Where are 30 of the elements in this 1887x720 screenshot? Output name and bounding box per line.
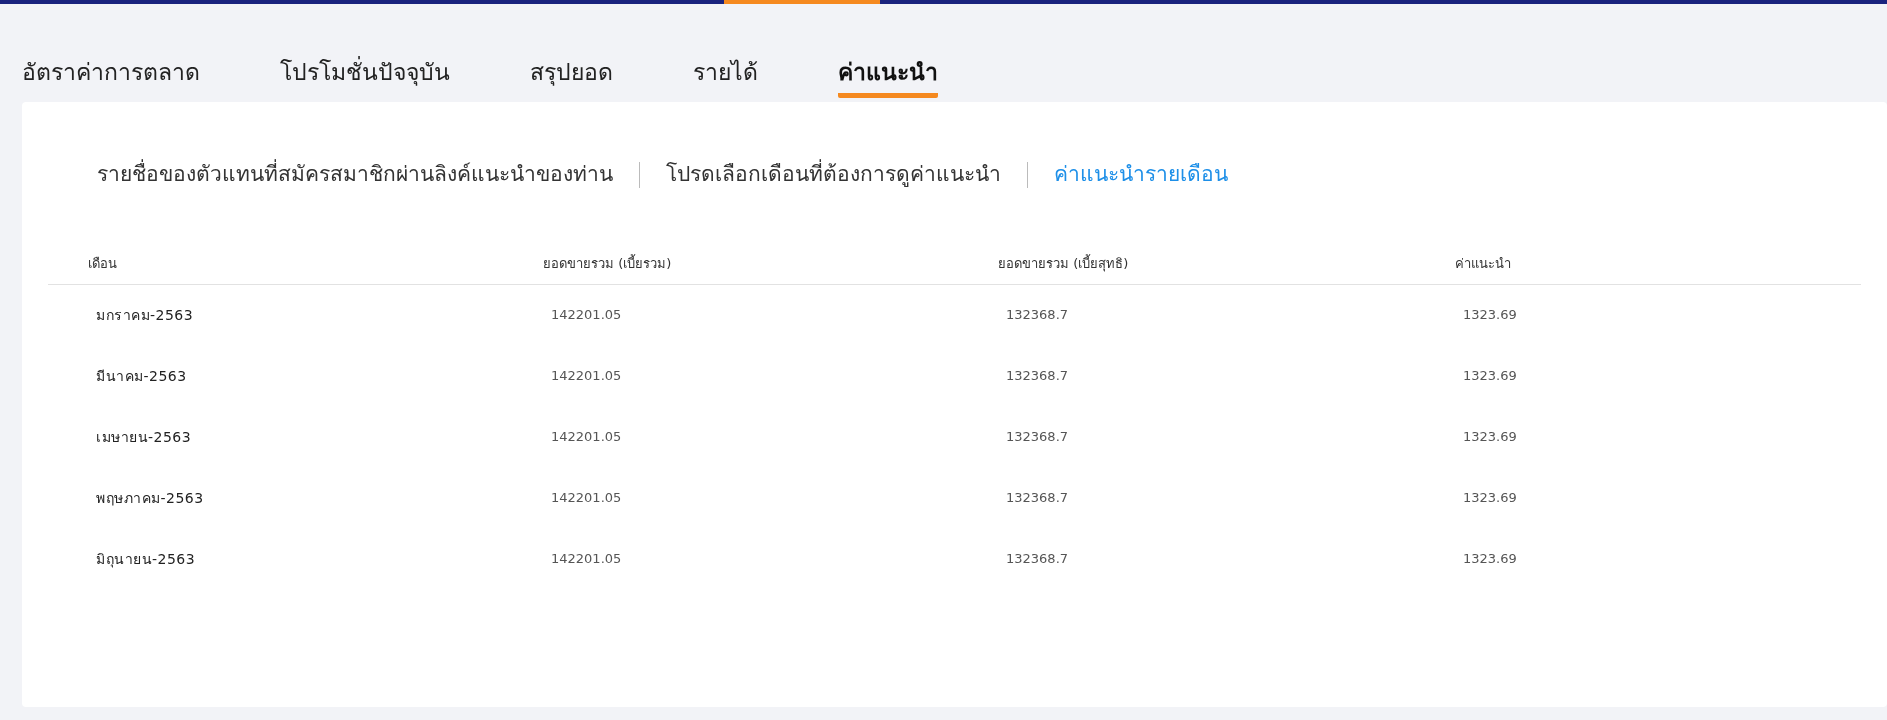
- table-cell-text: 142201.05: [551, 367, 623, 386]
- table-cell-text: มกราคม-2563: [96, 305, 195, 325]
- table-cell-text: 142201.05: [551, 489, 623, 508]
- table-cell-text: พฤษภาคม-2563: [96, 488, 205, 508]
- table-cell-text: 132368.7: [1006, 306, 1070, 325]
- table-cell-text: 1323.69: [1463, 306, 1518, 325]
- tab[interactable]: รายได้: [693, 54, 758, 98]
- table-cell-text: 1323.69: [1463, 428, 1518, 447]
- table-cell-text: 142201.05: [551, 428, 623, 447]
- column-header: เดือน: [88, 255, 118, 273]
- table-cell-text: มีนาคม-2563: [96, 366, 188, 386]
- table-cell-text: 1323.69: [1463, 550, 1518, 569]
- table-cell-text: มิถุนายน-2563: [96, 549, 197, 570]
- table-cell-text: 132368.7: [1006, 550, 1070, 569]
- sub-link[interactable]: โปรดเลือกเดือนที่ต้องการดูค่าแนะนำ: [666, 159, 1001, 191]
- table-cell-text: 142201.05: [551, 550, 623, 569]
- table-cell-text: 1323.69: [1463, 367, 1518, 386]
- table-cell-text: 142201.05: [551, 306, 623, 325]
- table-cell-text: 132368.7: [1006, 367, 1070, 386]
- column-header: ยอดขายรวม (เบี้ยสุทธิ): [998, 254, 1130, 274]
- column-header: ค่าแนะนำ: [1455, 255, 1512, 273]
- table-cell-text: 1323.69: [1463, 489, 1518, 508]
- table-cell-text: เมษายน-2563: [96, 427, 193, 447]
- sub-link[interactable]: รายชื่อของตัวแทนที่สมัครสมาชิกผ่านลิงค์แนะนำของท่าน: [97, 159, 613, 191]
- tab[interactable]: อัตราค่าการตลาด: [22, 54, 200, 98]
- table-cell-text: 132368.7: [1006, 489, 1070, 508]
- table-cell-text: 132368.7: [1006, 428, 1070, 447]
- tab[interactable]: สรุปยอด: [530, 54, 613, 98]
- column-header: ยอดขายรวม (เบี้ยรวม): [543, 254, 673, 273]
- tab[interactable]: โปรโมชั่นปัจจุบัน: [280, 54, 450, 98]
